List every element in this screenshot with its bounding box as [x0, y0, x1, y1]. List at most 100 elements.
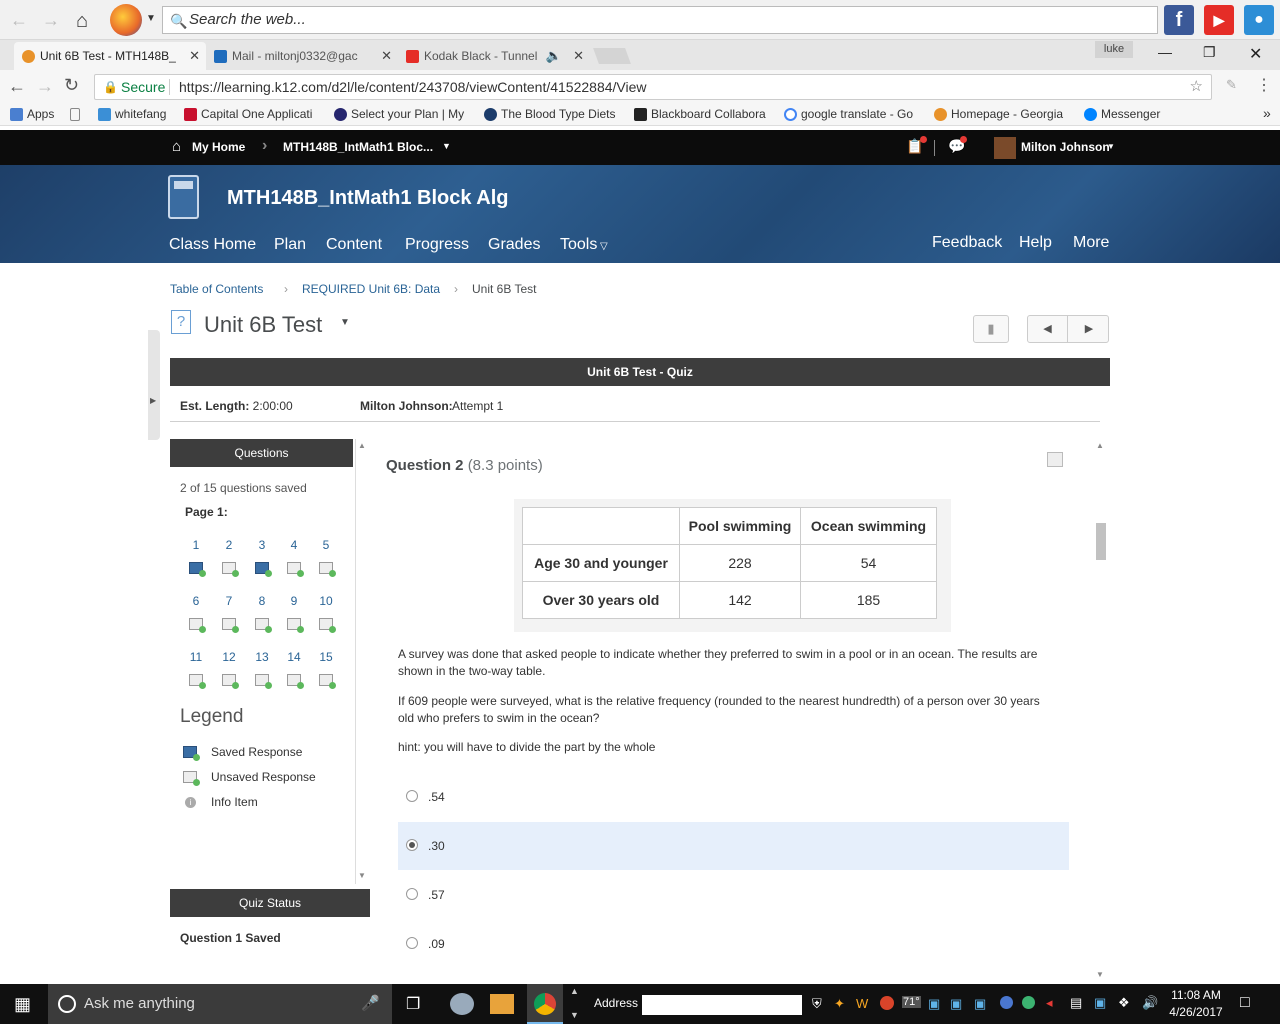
bookmark-whitefang[interactable]: whitefang — [98, 107, 166, 121]
unsaved-response-icon[interactable] — [319, 618, 336, 633]
nav-more[interactable]: More — [1073, 234, 1109, 252]
new-tab-button[interactable] — [593, 48, 631, 64]
unsaved-response-icon[interactable] — [222, 618, 239, 633]
media-player-icon[interactable] — [490, 994, 514, 1014]
task-view-icon[interactable]: ❐ — [406, 994, 420, 1014]
scroll-down-icon[interactable]: ▼ — [358, 871, 366, 880]
windows-start-icon[interactable]: ▦ — [14, 994, 31, 1015]
speaker-icon[interactable]: 🔈 — [546, 42, 562, 70]
question-link[interactable]: 10 — [314, 594, 338, 608]
cortana-search[interactable]: Ask me anything 🎤 — [48, 984, 392, 1024]
back-icon[interactable]: ← — [8, 76, 26, 97]
tray-app-icon[interactable]: ▣ — [928, 996, 940, 1012]
course-selector[interactable]: MTH148B_IntMath1 Bloc... — [283, 140, 433, 154]
url-input[interactable]: 🔒 Secure https://learning.k12.com/d2l/le… — [94, 74, 1212, 100]
question-link[interactable]: 13 — [250, 650, 274, 664]
unsaved-response-icon[interactable] — [255, 618, 272, 633]
bookmark-apps[interactable]: Apps — [10, 107, 54, 121]
unsaved-response-icon[interactable] — [287, 618, 304, 633]
question-link[interactable]: 1 — [184, 538, 208, 552]
tab-mail[interactable]: Mail - miltonj0332@gac ✕ — [206, 42, 398, 70]
question-link[interactable]: 6 — [184, 594, 208, 608]
bookmark-select-plan[interactable]: Select your Plan | My — [334, 107, 464, 121]
tray-app-icon[interactable]: ▣ — [1094, 995, 1106, 1011]
web-search-input[interactable]: 🔍 Search the web... — [162, 6, 1158, 34]
minimize-icon[interactable]: — — [1158, 44, 1172, 60]
tab-kodak-black[interactable]: Kodak Black - Tunnel 🔈 ✕ — [398, 42, 590, 70]
breadcrumb-unit[interactable]: REQUIRED Unit 6B: Data — [302, 282, 440, 296]
close-icon[interactable]: ✕ — [381, 42, 392, 70]
avatar[interactable] — [994, 137, 1016, 159]
tab-unit-6b-test[interactable]: Unit 6B Test - MTH148B_ ✕ — [14, 42, 206, 70]
firefox-logo-icon[interactable] — [110, 4, 142, 36]
unsaved-response-icon[interactable] — [319, 674, 336, 689]
course-title[interactable]: MTH148B_IntMath1 Block Alg — [227, 187, 509, 210]
chevron-down-icon[interactable]: ▼ — [442, 141, 451, 151]
facebook-icon[interactable]: f — [1164, 5, 1194, 35]
youtube-icon[interactable]: ▶ — [1204, 5, 1234, 35]
back-icon[interactable]: ← — [10, 10, 28, 31]
bookmark-messenger[interactable]: Messenger — [1084, 107, 1160, 121]
radio-button[interactable] — [406, 937, 418, 949]
question-link[interactable]: 9 — [282, 594, 306, 608]
radio-button[interactable] — [406, 790, 418, 802]
bookmark-blood-type[interactable]: The Blood Type Diets — [484, 107, 616, 121]
radio-button[interactable] — [406, 839, 418, 851]
forward-icon[interactable]: → — [36, 76, 54, 97]
gamepad-icon[interactable]: ● — [1244, 5, 1274, 35]
home-icon[interactable]: ⌂ — [76, 10, 88, 33]
saved-response-icon[interactable] — [255, 562, 272, 577]
save-icon[interactable] — [1047, 452, 1063, 467]
question-link[interactable]: 15 — [314, 650, 338, 664]
scroll-up-icon[interactable]: ▲ — [1096, 441, 1104, 450]
answer-option[interactable]: .57 — [398, 871, 1069, 919]
unsaved-response-icon[interactable] — [189, 618, 206, 633]
nav-help[interactable]: Help — [1019, 234, 1052, 252]
tray-app-icon[interactable]: ▣ — [950, 996, 962, 1012]
action-center-icon[interactable]: □ — [1240, 994, 1250, 1012]
radio-button[interactable] — [406, 888, 418, 900]
unsaved-response-icon[interactable] — [189, 674, 206, 689]
profile-badge[interactable]: luke — [1095, 41, 1133, 58]
chevron-down-icon[interactable]: ▼ — [570, 1010, 579, 1020]
previous-button[interactable]: ◀ — [1028, 316, 1068, 342]
reload-icon[interactable]: ↻ — [64, 75, 79, 96]
question-link[interactable]: 2 — [217, 538, 241, 552]
saved-response-icon[interactable] — [189, 562, 206, 577]
question-link[interactable]: 8 — [250, 594, 274, 608]
nav-tools[interactable]: Tools — [560, 236, 597, 254]
scroll-up-icon[interactable]: ▲ — [358, 441, 366, 450]
menu-icon[interactable]: ⋮ — [1256, 75, 1272, 95]
unsaved-response-icon[interactable] — [222, 562, 239, 577]
unsaved-response-icon[interactable] — [222, 674, 239, 689]
unsaved-response-icon[interactable] — [255, 674, 272, 689]
close-icon[interactable]: ✕ — [189, 42, 200, 70]
next-button[interactable]: ▶ — [1069, 316, 1109, 342]
chevron-right-icon[interactable]: » — [1246, 105, 1271, 121]
answer-option[interactable]: .09 — [398, 920, 1069, 968]
question-link[interactable]: 7 — [217, 594, 241, 608]
tray-app-icon[interactable]: ✦ — [834, 996, 845, 1012]
network-icon[interactable]: ▤ — [1070, 995, 1082, 1011]
tray-app-icon[interactable]: ▣ — [974, 996, 986, 1012]
breadcrumb-table-of-contents[interactable]: Table of Contents — [170, 282, 263, 296]
sidebar-scrollbar[interactable]: ▲ ▼ — [355, 439, 369, 884]
question-link[interactable]: 11 — [184, 650, 208, 664]
close-icon[interactable]: ✕ — [573, 42, 584, 70]
weather-temp[interactable]: 71° — [902, 996, 921, 1008]
nav-feedback[interactable]: Feedback — [932, 234, 1002, 252]
shield-icon[interactable]: ⛨ — [812, 996, 822, 1012]
star-icon[interactable]: ☆ — [1190, 75, 1203, 99]
volume-alert-icon[interactable]: ◂ — [1046, 995, 1053, 1011]
question-link[interactable]: 3 — [250, 538, 274, 552]
question-link[interactable]: 5 — [314, 538, 338, 552]
unsaved-response-icon[interactable] — [287, 562, 304, 577]
chevron-down-icon[interactable]: ▼ — [340, 317, 350, 328]
chevron-up-icon[interactable]: ▲ — [570, 986, 579, 996]
chevron-down-icon[interactable]: ▼ — [146, 13, 156, 24]
scrollbar-thumb[interactable] — [1096, 523, 1106, 560]
side-panel-toggle[interactable]: ▶ — [148, 330, 160, 440]
clock-date[interactable]: 4/26/2017 — [1168, 1005, 1224, 1019]
main-scrollbar[interactable]: ▲ ▼ — [1094, 439, 1108, 979]
unsaved-response-icon[interactable] — [287, 674, 304, 689]
